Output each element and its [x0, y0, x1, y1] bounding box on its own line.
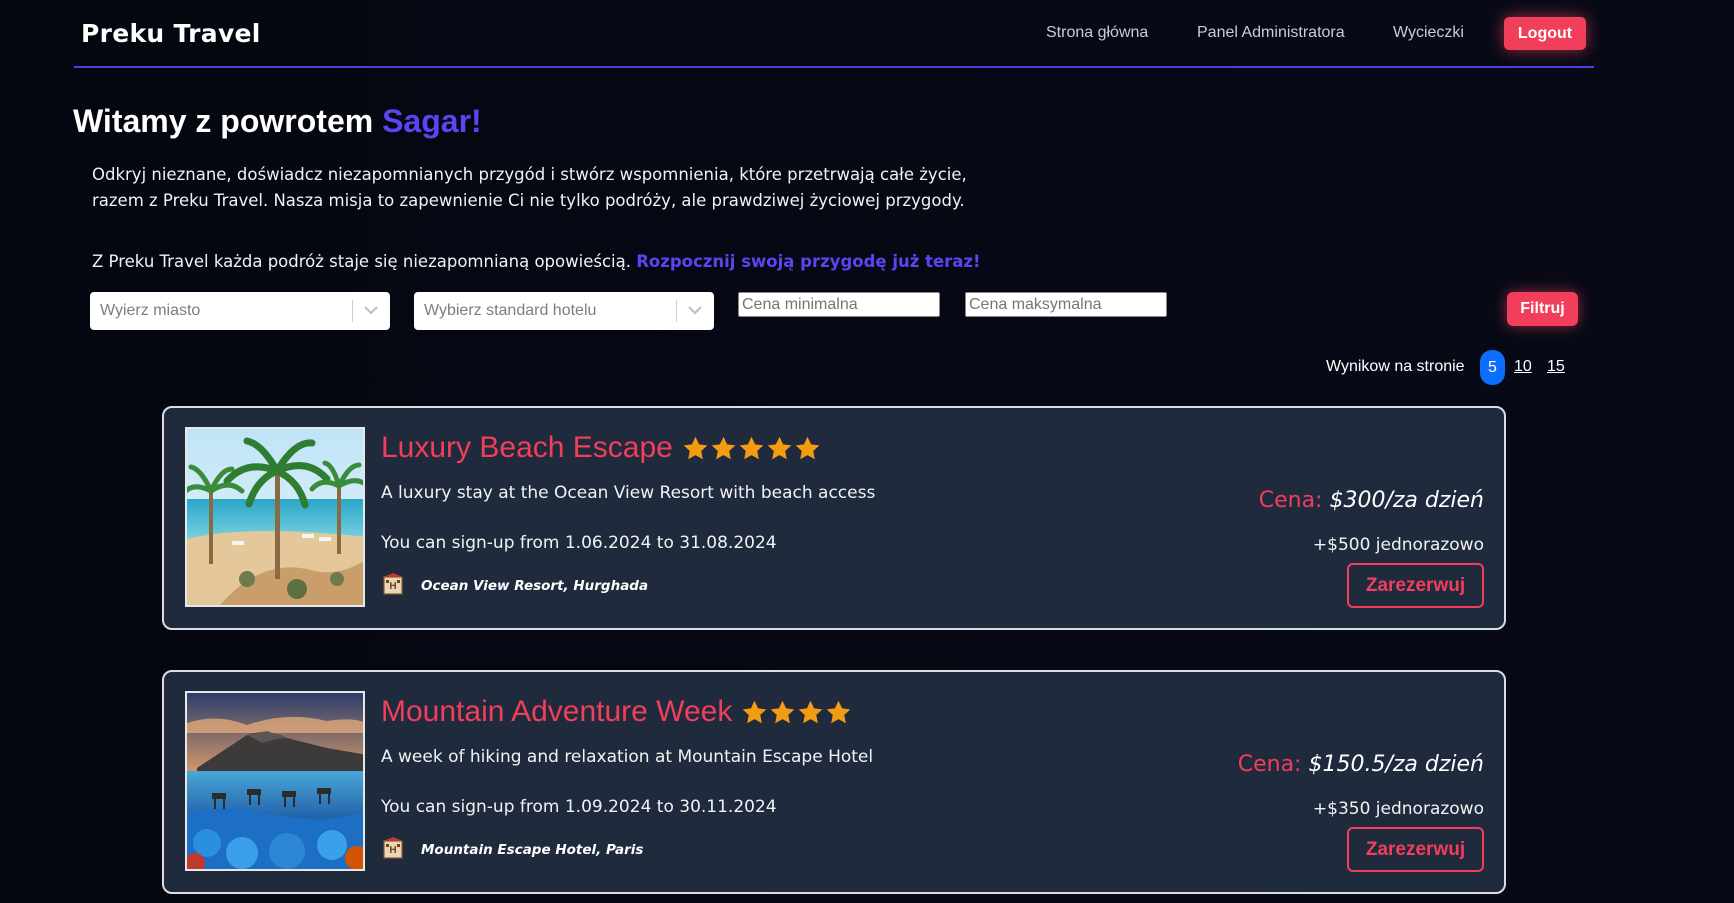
tagline: Z Preku Travel każda podróż staje się ni…: [92, 252, 981, 271]
welcome-heading: Witamy z powrotem Sagar!: [73, 103, 482, 140]
select-separator: [676, 300, 677, 322]
trip-title-text: Mountain Adventure Week: [381, 695, 733, 728]
trip-price: Cena: $150.5/za dzień: [1238, 752, 1484, 777]
hotel-icon: H: [383, 573, 403, 595]
trip-dates: You can sign-up from 1.09.2024 to 30.11.…: [381, 797, 777, 817]
svg-text:H: H: [389, 845, 396, 856]
city-select-placeholder: Wyierz miasto: [100, 302, 201, 319]
welcome-user-name: Sagar!: [382, 103, 482, 139]
per-page-option-15[interactable]: 15: [1547, 358, 1565, 376]
star-icon: [771, 700, 795, 723]
price-label: Cena:: [1237, 752, 1302, 777]
star-icon: [683, 436, 708, 459]
brand-logo[interactable]: Preku Travel: [81, 19, 261, 48]
intro-paragraph: Odkryj nieznane, doświadcz niezapomniany…: [92, 165, 967, 210]
price-value: $150.5/za dzień: [1308, 752, 1484, 777]
filter-button[interactable]: Filtruj: [1507, 292, 1578, 326]
trip-image-mountain: [185, 691, 365, 871]
price-value: $300/za dzień: [1329, 488, 1484, 513]
trip-card: Mountain Adventure Week A week of hiking…: [162, 670, 1506, 894]
star-icon: [739, 436, 764, 459]
one-time-fee: +$500 jednorazowo: [1312, 535, 1484, 555]
star-icon: [795, 436, 820, 459]
trip-title[interactable]: Mountain Adventure Week: [381, 695, 853, 729]
book-button[interactable]: Zarezerwuj: [1347, 563, 1484, 608]
city-select[interactable]: Wyierz miasto: [90, 292, 390, 330]
navbar: Preku Travel Strona główna Panel Adminis…: [74, 0, 1594, 68]
trip-hotel: Mountain Escape Hotel, Paris: [421, 842, 644, 858]
hotel-icon: H: [383, 837, 403, 859]
hotel-select-placeholder: Wybierz standard hotelu: [424, 302, 597, 319]
per-page-option-10[interactable]: 10: [1514, 358, 1532, 376]
hotel-standard-select[interactable]: Wybierz standard hotelu: [414, 292, 714, 330]
min-price-input[interactable]: [738, 292, 940, 317]
trip-image-beach: [185, 427, 365, 607]
trip-description: A luxury stay at the Ocean View Resort w…: [381, 483, 876, 503]
chevron-down-icon[interactable]: [364, 305, 378, 315]
tagline-text: Z Preku Travel każda podróż staje się ni…: [92, 252, 631, 271]
per-page-option-5[interactable]: 5: [1480, 350, 1505, 385]
trip-hotel: Ocean View Resort, Hurghada: [421, 578, 649, 594]
nav-link-admin-panel[interactable]: Panel Administratora: [1197, 24, 1345, 42]
star-icon: [799, 700, 823, 723]
trip-dates: You can sign-up from 1.06.2024 to 31.08.…: [381, 533, 777, 553]
trip-card: Luxury Beach Escape A luxury stay at the…: [162, 406, 1506, 630]
trip-price: Cena: $300/za dzień: [1259, 488, 1484, 513]
star-icon: [767, 436, 792, 459]
rating-stars: [682, 435, 822, 462]
star-icon: [743, 700, 767, 723]
nav-link-home[interactable]: Strona główna: [1046, 24, 1148, 42]
results-per-page-label: Wynikow na stronie: [1326, 358, 1465, 375]
cta-link[interactable]: Rozpocznij swoją przygodę już teraz!: [636, 252, 980, 271]
nav-link-trips[interactable]: Wycieczki: [1393, 24, 1464, 42]
logout-button[interactable]: Logout: [1504, 17, 1586, 50]
max-price-input[interactable]: [965, 292, 1167, 317]
one-time-fee: +$350 jednorazowo: [1312, 799, 1484, 819]
rating-stars: [741, 699, 853, 726]
svg-text:H: H: [389, 581, 396, 592]
star-icon: [827, 700, 851, 723]
book-button[interactable]: Zarezerwuj: [1347, 827, 1484, 872]
select-separator: [352, 300, 353, 322]
chevron-down-icon[interactable]: [688, 305, 702, 315]
trip-title-text: Luxury Beach Escape: [381, 431, 673, 464]
welcome-greeting: Witamy z powrotem: [73, 103, 374, 139]
trip-title[interactable]: Luxury Beach Escape: [381, 431, 822, 465]
price-label: Cena:: [1258, 488, 1323, 513]
star-icon: [711, 436, 736, 459]
trip-description: A week of hiking and relaxation at Mount…: [381, 747, 874, 767]
